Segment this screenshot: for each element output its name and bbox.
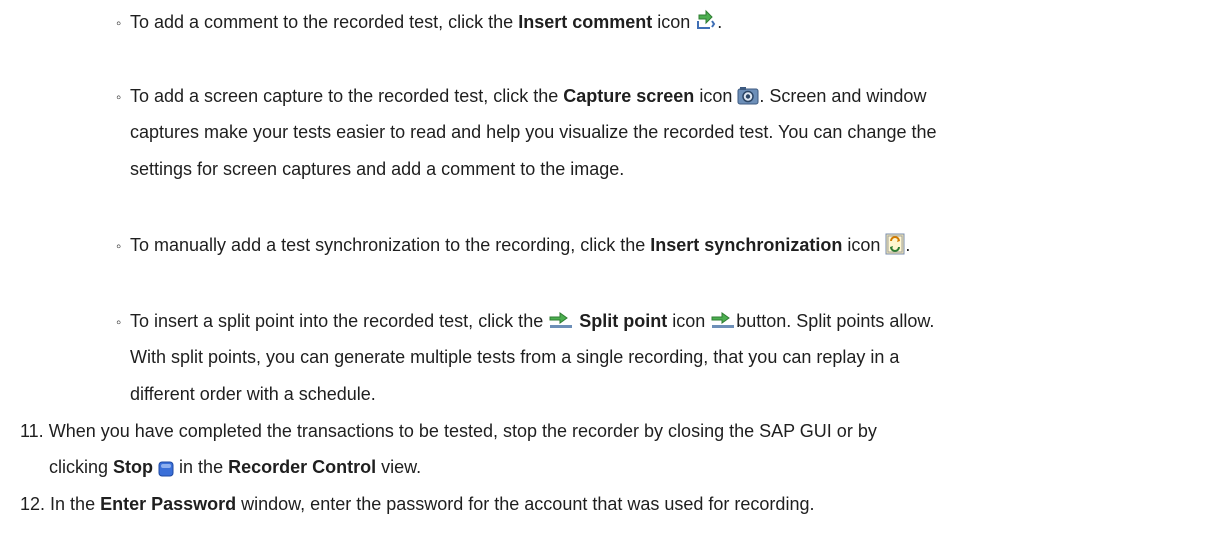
bullet-insert-comment: ◦ To add a comment to the recorded test, … <box>116 8 722 38</box>
step-11-line-2: clicking Stop in the Recorder Control vi… <box>49 455 421 483</box>
bullet-marker: ◦ <box>116 238 122 255</box>
step-number: 11. <box>20 421 44 441</box>
bullet-capture-screen: ◦ To add a screen capture to the recorded… <box>116 84 926 112</box>
step-number: 12. <box>20 494 46 514</box>
bullet-marker: ◦ <box>116 15 122 32</box>
bullet-marker: ◦ <box>116 89 122 106</box>
split-point-icon <box>548 311 574 337</box>
step-12: 12. In the Enter Password window, enter … <box>20 494 815 514</box>
stop-icon <box>158 459 174 483</box>
bullet-split-point: ◦ To insert a split point into the record… <box>116 309 934 337</box>
capture-line-3: settings for screen captures and add a c… <box>130 159 625 179</box>
capture-screen-icon <box>737 86 759 112</box>
step-11: 11. When you have completed the transact… <box>20 421 877 441</box>
split-line-3: different order with a schedule. <box>130 384 376 404</box>
capture-line-2: captures make your tests easier to read … <box>130 122 937 142</box>
insert-synchronization-icon <box>885 233 905 261</box>
bullet-insert-synchronization: ◦ To manually add a test synchronization … <box>116 233 910 261</box>
insert-comment-icon <box>695 8 717 38</box>
split-point-icon <box>710 311 736 337</box>
bullet-marker: ◦ <box>116 314 122 331</box>
split-line-2: With split points, you can generate mult… <box>130 347 900 367</box>
